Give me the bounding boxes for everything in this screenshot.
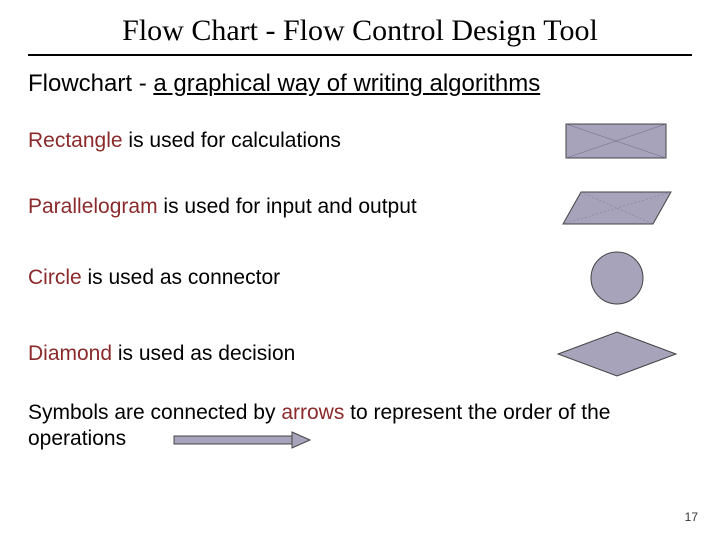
arrow-shape [172, 431, 312, 449]
item-circle: Circle is used as connector [28, 248, 692, 308]
item-text: Rectangle is used for calculations [28, 129, 542, 153]
item-keyword: Parallelogram [28, 195, 158, 218]
title-divider [28, 54, 692, 56]
page-number: 17 [685, 510, 698, 524]
subtitle-underlined: a graphical way of writing algorithms [153, 70, 540, 97]
item-keyword: Circle [28, 266, 82, 289]
item-diamond: Diamond is used as decision [28, 326, 692, 382]
footer-keyword: arrows [281, 401, 344, 424]
footer-text: Symbols are connected by arrows to repre… [28, 400, 692, 453]
item-rectangle: Rectangle is used for calculations [28, 116, 692, 166]
item-rest: is used as decision [112, 342, 295, 365]
item-rest: is used for input and output [158, 195, 417, 218]
item-rest: is used for calculations [123, 129, 341, 152]
footer-pre: Symbols are connected by [28, 401, 281, 424]
item-keyword: Diamond [28, 342, 112, 365]
slide-title: Flow Chart - Flow Control Design Tool [0, 0, 720, 54]
diamond-shape [542, 326, 692, 382]
parallelogram-shape [542, 184, 692, 230]
subtitle-plain: Flowchart - [28, 70, 153, 97]
item-text: Circle is used as connector [28, 266, 542, 290]
slide-body: Flowchart - a graphical way of writing a… [0, 70, 720, 453]
item-text: Parallelogram is used for input and outp… [28, 195, 542, 219]
rectangle-shape [542, 116, 692, 166]
item-text: Diamond is used as decision [28, 342, 542, 366]
item-parallelogram: Parallelogram is used for input and outp… [28, 184, 692, 230]
item-rest: is used as connector [82, 266, 280, 289]
circle-shape [542, 248, 692, 308]
subtitle: Flowchart - a graphical way of writing a… [28, 70, 692, 98]
item-keyword: Rectangle [28, 129, 123, 152]
